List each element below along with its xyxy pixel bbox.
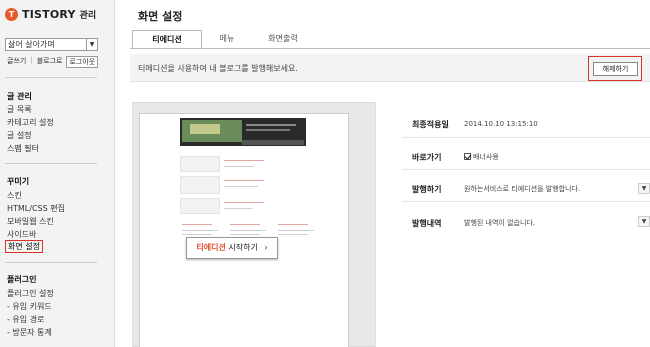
release-button[interactable]: 해제하기	[593, 62, 638, 76]
preview-line	[224, 180, 264, 181]
shortcut-value: 배너사용	[464, 152, 499, 162]
start-button-label: 시작하기	[225, 243, 258, 252]
skin-preview	[132, 102, 376, 347]
sidebar-item-inflow-path[interactable]: - 유입 경로	[7, 314, 44, 325]
shortcut-label: 바로가기	[412, 153, 442, 162]
info-row-shortcut: 바로가기 배너사용	[402, 138, 650, 170]
sidebar: T TISTORY 관리 삶어 살아가며 ▼ 글쓰기 | 블로그로 로그아웃 글…	[0, 0, 115, 347]
sidebar-divider	[5, 262, 97, 263]
tab-menu[interactable]: 메뉴	[202, 30, 252, 49]
sidebar-item-screen-settings[interactable]: 화면 설정	[5, 240, 43, 253]
start-button-highlight: 티에디션	[196, 243, 226, 252]
tab-screen-output[interactable]: 화면출력	[252, 30, 314, 49]
history-dropdown-button[interactable]: ▼	[638, 216, 650, 227]
sidebar-item-mobile-skin[interactable]: 모바일웹 스킨	[7, 216, 54, 227]
banner-checkbox[interactable]	[464, 153, 471, 160]
preview-line	[230, 230, 266, 231]
preview-header-text	[246, 124, 296, 126]
sidebar-item-skin[interactable]: 스킨	[7, 190, 22, 201]
history-label: 발행내역	[412, 219, 442, 228]
last-applied-label: 최종적용일	[412, 120, 449, 129]
tistory-logo-icon: T	[5, 7, 18, 21]
preview-line	[182, 234, 212, 235]
sidebar-item-spam-filter[interactable]: 스팸 필터	[7, 143, 39, 154]
preview-block	[180, 198, 220, 214]
tab-tedition[interactable]: 티에디션	[132, 30, 202, 49]
section-title-posts: 글 관리	[7, 92, 32, 101]
notice-bar: 티에디션을 사용하여 내 블로그를 발행해보세요.	[130, 54, 650, 82]
page-title: 화면 설정	[138, 10, 183, 23]
publish-label: 발행하기	[412, 185, 442, 194]
sidebar-item-sidebar[interactable]: 사이드바	[7, 229, 36, 240]
info-row-last-applied: 최종적용일 2014.10.10 13:15:10	[402, 104, 650, 138]
blog-select-value: 삶어 살아가며	[8, 40, 55, 49]
preview-line	[224, 160, 264, 161]
chevron-down-icon[interactable]: ▼	[86, 39, 97, 50]
sidebar-quick-links: 글쓰기 | 블로그로 로그아웃	[5, 56, 99, 68]
sidebar-item-category[interactable]: 카테고리 설정	[7, 117, 54, 128]
logo-sub: 관리	[79, 10, 97, 21]
preview-line	[230, 234, 260, 235]
banner-use-label: 배너사용	[473, 153, 499, 161]
sidebar-divider	[5, 77, 97, 78]
sidebar-item-post-list[interactable]: 글 목록	[7, 104, 32, 115]
preview-header-image	[180, 118, 306, 146]
start-tedition-button[interactable]: 티에디션 시작하기 ›	[186, 237, 278, 259]
preview-header-stripe	[242, 140, 304, 145]
write-link[interactable]: 글쓰기	[5, 56, 28, 68]
history-value: 발행된 내역이 없습니다.	[464, 219, 536, 227]
chevron-right-icon: ›	[264, 243, 268, 252]
sidebar-item-visitor-stats[interactable]: - 방문자 통계	[7, 327, 52, 338]
main-content: 화면 설정 티에디션 메뉴 화면출력 티에디션을 사용하여 내 블로그를 발행해…	[115, 0, 650, 347]
preview-block	[180, 156, 220, 172]
release-highlight: 해제하기	[588, 56, 642, 81]
sidebar-item-plugin-settings[interactable]: 플러그인 설정	[7, 288, 54, 299]
preview-header-text	[246, 129, 290, 131]
go-blog-link[interactable]: 블로그로	[35, 56, 65, 68]
tabs-divider	[130, 48, 650, 49]
info-row-history: 발행내역 발행된 내역이 없습니다. ▼	[402, 202, 650, 234]
preview-line	[224, 166, 254, 167]
info-row-publish: 발행하기 원하는서비스로 티에디션을 발행합니다. ▼	[402, 170, 650, 202]
skin-preview-thumbnail	[139, 113, 349, 347]
sidebar-divider	[5, 163, 97, 164]
sidebar-item-html-css[interactable]: HTML/CSS 편집	[7, 203, 65, 214]
preview-line	[224, 208, 252, 209]
preview-line	[278, 224, 308, 225]
preview-line	[278, 234, 308, 235]
section-title-design: 꾸미기	[7, 177, 30, 186]
publish-dropdown-button[interactable]: ▼	[638, 183, 650, 194]
preview-line	[224, 202, 264, 203]
section-title-plugins: 플러그인	[7, 275, 37, 284]
sidebar-item-post-settings[interactable]: 글 설정	[7, 130, 32, 141]
logo-text: TISTORY	[22, 7, 76, 21]
preview-line	[230, 224, 260, 225]
tistory-logo[interactable]: T TISTORY 관리	[5, 7, 96, 21]
preview-line	[182, 224, 212, 225]
publish-value: 원하는서비스로 티에디션을 발행합니다.	[464, 185, 581, 193]
sidebar-item-inflow-keywords[interactable]: - 유입 키워드	[7, 301, 52, 312]
notice-text: 티에디션을 사용하여 내 블로그를 발행해보세요.	[138, 64, 298, 73]
logout-button[interactable]: 로그아웃	[66, 56, 99, 68]
preview-line	[182, 230, 218, 231]
blog-select[interactable]: 삶어 살아가며 ▼	[5, 38, 98, 51]
preview-banner-highlight	[190, 124, 220, 134]
preview-line	[224, 186, 258, 187]
preview-block	[180, 176, 220, 194]
preview-line	[278, 230, 314, 231]
last-applied-value: 2014.10.10 13:15:10	[464, 120, 538, 128]
